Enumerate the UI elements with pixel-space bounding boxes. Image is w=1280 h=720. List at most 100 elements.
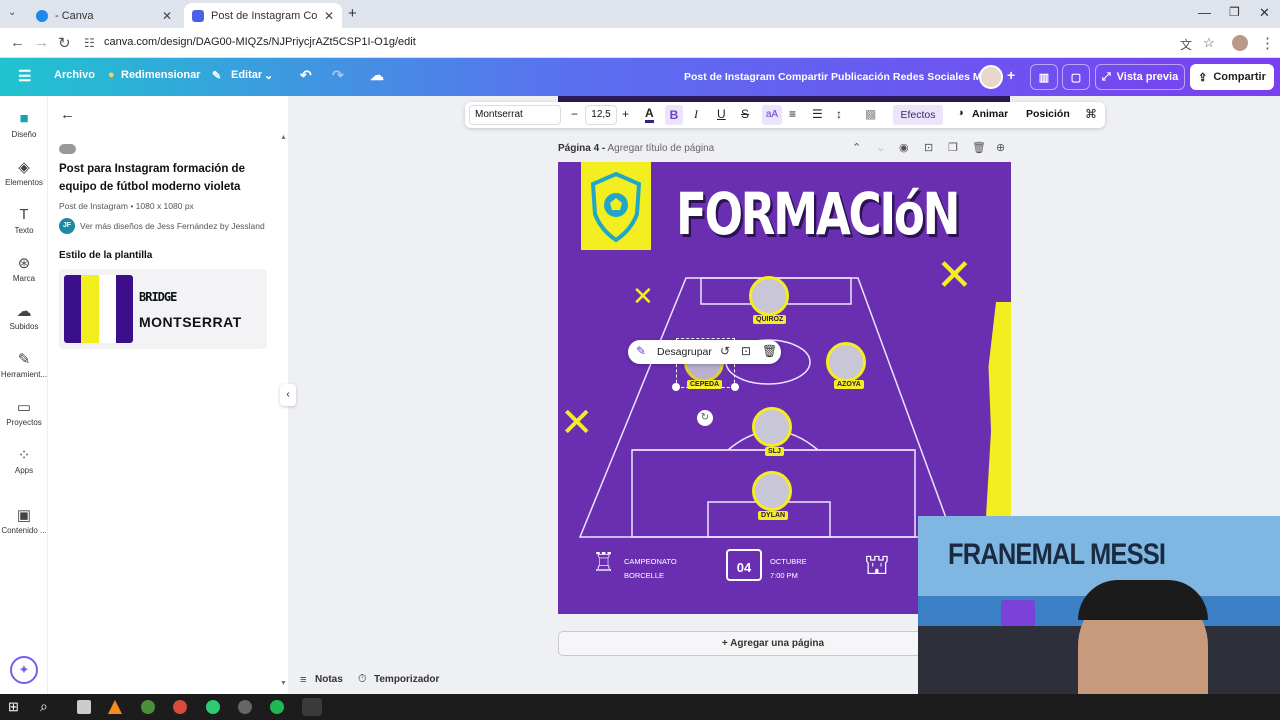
lock-page-icon[interactable]: ⊡: [924, 141, 933, 154]
compartir-button[interactable]: ⇪ Compartir: [1190, 64, 1274, 90]
document-title[interactable]: Post de Instagram Compartir Publicación …: [684, 71, 990, 83]
rail-item-apps[interactable]: ⁘ Apps: [0, 446, 48, 475]
rail-item-diseno[interactable]: ■ Diseño: [0, 110, 48, 139]
decrease-size-icon[interactable]: −: [571, 107, 578, 121]
font-family-select[interactable]: Montserrat: [469, 105, 561, 125]
editar-button[interactable]: Editar: [231, 69, 262, 81]
translate-icon[interactable]: 文: [1180, 36, 1192, 53]
browser-menu-icon[interactable]: ⋮: [1260, 34, 1275, 52]
page-title-input[interactable]: Agregar título de página: [607, 143, 714, 154]
rail-item-marca[interactable]: ⊛ Marca: [0, 254, 48, 283]
rail-item-herramientas[interactable]: ✎ Herramient...: [0, 350, 48, 379]
new-tab-icon[interactable]: +: [348, 5, 357, 22]
delete-page-icon[interactable]: 🗑: [972, 141, 986, 154]
lock-icon[interactable]: ⊡: [741, 344, 751, 358]
profile-avatar[interactable]: [1232, 35, 1248, 51]
rail-item-elementos[interactable]: ◈ Elementos: [0, 158, 48, 187]
add-page-icon[interactable]: ⊕: [996, 141, 1005, 154]
spacing-icon[interactable]: ↕: [836, 107, 842, 121]
redo-icon[interactable]: ↷: [332, 67, 344, 84]
magic-edit-icon[interactable]: ✎: [636, 344, 646, 358]
rail-item-texto[interactable]: T Texto: [0, 206, 48, 235]
comments-button[interactable]: ▢: [1062, 64, 1090, 90]
reload-icon[interactable]: ↻: [58, 34, 71, 52]
maximize-icon[interactable]: ❐: [1229, 5, 1240, 19]
bookmark-star-icon[interactable]: ☆: [1203, 35, 1215, 51]
file-explorer-icon[interactable]: [77, 700, 91, 714]
chrome-icon[interactable]: [141, 700, 155, 714]
scroll-up-icon[interactable]: ▲: [280, 134, 287, 141]
italic-icon[interactable]: I: [694, 107, 698, 122]
duplicate-page-icon[interactable]: ❐: [948, 141, 958, 154]
redimensionar-button[interactable]: Redimensionar: [121, 69, 200, 81]
undo-icon[interactable]: ↶: [300, 67, 312, 84]
resize-handle[interactable]: [731, 383, 739, 391]
copy-style-icon[interactable]: ⌘: [1085, 107, 1097, 121]
back-icon[interactable]: ←: [10, 34, 25, 51]
resize-handle[interactable]: [672, 383, 680, 391]
rail-item-contenido[interactable]: ▣ Contenido ...: [0, 506, 48, 535]
magic-assistant-icon[interactable]: ✦: [10, 656, 38, 684]
rail-item-proyectos[interactable]: ▭ Proyectos: [0, 398, 48, 427]
add-collaborator-icon[interactable]: +: [1007, 67, 1015, 83]
increase-size-icon[interactable]: +: [622, 107, 629, 121]
site-info-icon[interactable]: ☷: [84, 36, 95, 50]
notas-button[interactable]: Notas: [315, 674, 343, 685]
trash-icon[interactable]: 🗑: [762, 344, 777, 358]
bold-icon[interactable]: B: [665, 105, 683, 125]
animar-button[interactable]: Animar: [972, 108, 1008, 120]
page-up-icon[interactable]: ⌃: [852, 141, 861, 154]
list-icon[interactable]: ☰: [812, 107, 823, 121]
page-down-icon[interactable]: ⌄: [876, 141, 885, 154]
spotify-icon[interactable]: [270, 700, 284, 714]
align-center-icon[interactable]: ≡: [789, 107, 796, 121]
collaborator-avatar[interactable]: [979, 65, 1003, 89]
transparency-icon[interactable]: ▩: [865, 107, 876, 121]
app-icon[interactable]: [238, 700, 252, 714]
windows-start-icon[interactable]: ⊞: [8, 699, 19, 715]
style-card[interactable]: BRIDGE MONTSERRAT: [59, 269, 267, 349]
font-size-input[interactable]: 12,5: [585, 105, 617, 125]
player-name-azoya[interactable]: AZOYA: [834, 380, 864, 389]
vista-previa-button[interactable]: ⤢ Vista previa: [1095, 64, 1185, 90]
underline-icon[interactable]: U: [717, 107, 726, 121]
chrome-icon[interactable]: [173, 700, 187, 714]
hide-page-icon[interactable]: ◉: [899, 141, 909, 154]
rotate-handle-icon[interactable]: ↻: [697, 410, 713, 426]
letter-case-icon[interactable]: aA: [762, 105, 782, 125]
player-photo-quiroz[interactable]: [749, 276, 789, 316]
player-name-slj[interactable]: SLJ: [765, 447, 784, 456]
window-close-icon[interactable]: ✕: [1259, 5, 1270, 21]
close-tab-icon[interactable]: ✕: [324, 9, 334, 23]
back-arrow-icon[interactable]: ←: [60, 106, 75, 123]
url-input[interactable]: canva.com/design/DAG00-MIQZs/NJPriycjrAZ…: [104, 36, 416, 48]
player-photo-azoya[interactable]: [826, 342, 866, 382]
strikethrough-icon[interactable]: S: [741, 107, 749, 121]
player-photo-slj[interactable]: [752, 407, 792, 447]
collapse-panel-icon[interactable]: ‹: [280, 384, 296, 406]
forward-icon[interactable]: →: [34, 34, 49, 51]
whatsapp-icon[interactable]: [206, 700, 220, 714]
efectos-button[interactable]: Efectos: [893, 105, 943, 125]
vlc-icon[interactable]: [108, 700, 122, 714]
timer-icon[interactable]: ⏱: [358, 673, 367, 686]
search-icon[interactable]: ⌕: [40, 698, 48, 715]
minimize-icon[interactable]: —: [1198, 5, 1211, 20]
insights-button[interactable]: ▥: [1030, 64, 1058, 90]
desagrupar-button[interactable]: Desagrupar: [657, 346, 712, 358]
posicion-button[interactable]: Posición: [1026, 108, 1070, 120]
tab-list-chevron-icon[interactable]: ⌄: [8, 7, 16, 18]
player-photo-dylan[interactable]: [752, 471, 792, 511]
text-color-icon[interactable]: A: [645, 107, 654, 123]
player-name-dylan[interactable]: DYLAN: [758, 511, 789, 520]
close-tab-icon[interactable]: ✕: [162, 9, 172, 23]
cloud-save-icon[interactable]: ☁: [370, 67, 384, 84]
scroll-down-icon[interactable]: ▼: [280, 680, 287, 687]
archivo-menu[interactable]: Archivo: [54, 69, 95, 81]
rail-item-subidos[interactable]: ☁ Subidos: [0, 302, 48, 331]
browser-tab-instagram-post[interactable]: Post de Instagram Compartir P... ✕: [184, 3, 342, 28]
author-link[interactable]: Ver más diseños de Jess Fernández by Jes…: [80, 221, 265, 231]
main-menu-icon[interactable]: ☰: [18, 67, 31, 85]
temporizador-button[interactable]: Temporizador: [374, 674, 439, 685]
chevron-down-icon[interactable]: ⌄: [264, 69, 273, 82]
